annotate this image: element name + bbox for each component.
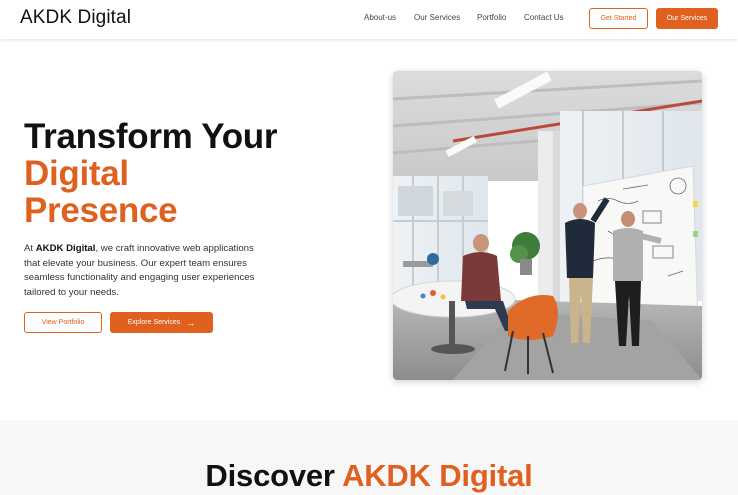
view-portfolio-button[interactable]: View Portfolio (24, 312, 102, 333)
discover-heading-brand: AKDK Digital (342, 458, 533, 493)
brand-logo[interactable]: AKDK Digital (20, 7, 131, 29)
nav-link-about-us[interactable]: About-us (364, 13, 396, 22)
hero-office-photo (393, 71, 702, 380)
nav-link-contact-us[interactable]: Contact Us (524, 13, 564, 22)
get-started-button[interactable]: Get Started (589, 8, 648, 29)
hero-title: Transform Your Digital Presence (24, 118, 277, 229)
nav-link-portfolio[interactable]: Portfolio (477, 13, 506, 22)
hero-desc-prefix: At (24, 243, 36, 254)
hero-title-line3: Presence (24, 191, 178, 230)
arrow-right-icon: → (186, 317, 196, 328)
explore-services-button[interactable]: Explore Services → (110, 312, 213, 333)
our-services-button[interactable]: Our Services (656, 8, 718, 29)
nav-link-our-services[interactable]: Our Services (414, 13, 460, 22)
discover-heading-prefix: Discover (205, 458, 343, 493)
hero-description: At AKDK Digital, we craft innovative web… (24, 242, 260, 300)
explore-services-label: Explore Services (127, 319, 181, 326)
hero-desc-brand: AKDK Digital (35, 243, 96, 254)
hero-title-line1: Transform Your (24, 117, 278, 156)
hero-title-line2: Digital (24, 154, 129, 193)
top-navbar: AKDK Digital About-us Our Services Portf… (0, 0, 738, 39)
discover-heading: Discover AKDK Digital (0, 458, 738, 494)
